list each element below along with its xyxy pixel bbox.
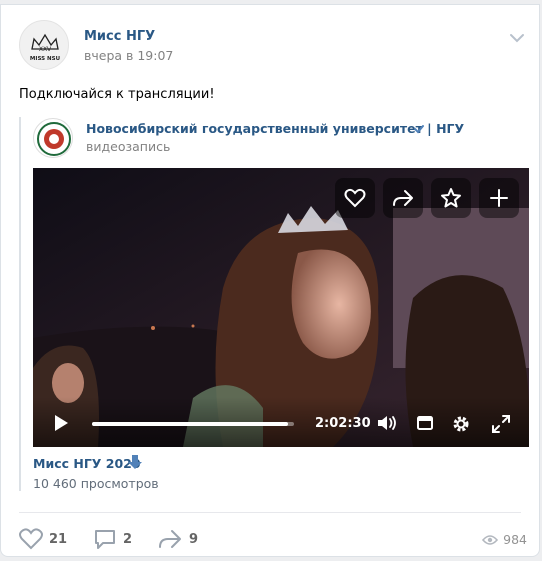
- eye-icon: [482, 534, 499, 545]
- plus-icon: [490, 189, 508, 207]
- heart-icon: [19, 528, 43, 550]
- verified-icon: [414, 125, 424, 134]
- avatar-logo-top: XXV: [39, 46, 52, 53]
- avatar-logo-bottom: MISS NSU: [30, 56, 60, 62]
- chevron-down-icon[interactable]: [509, 33, 525, 43]
- like-count: 21: [49, 531, 68, 547]
- heart-icon: [344, 188, 366, 208]
- comment-count: 2: [123, 531, 133, 547]
- progress-fill: [92, 422, 288, 426]
- actions-divider: [19, 512, 521, 513]
- miniplayer-icon[interactable]: [416, 414, 434, 432]
- video-title[interactable]: Мисс НГУ 2020: [33, 456, 141, 471]
- author-avatar[interactable]: XXV MISS NSU: [19, 20, 69, 70]
- repost-border: [19, 117, 21, 491]
- views-counter: 984: [482, 532, 527, 547]
- video-views: 10 460 просмотров: [33, 476, 159, 491]
- star-icon: [441, 188, 461, 208]
- post-card: XXV MISS NSU Мисс НГУ вчера в 19:07 Подк…: [0, 4, 540, 557]
- volume-icon[interactable]: [376, 414, 398, 432]
- share-video-button[interactable]: [383, 178, 423, 218]
- like-video-button[interactable]: [335, 178, 375, 218]
- source-type: видеозапись: [86, 139, 171, 154]
- author-name[interactable]: Мисс НГУ: [84, 29, 155, 44]
- comment-button[interactable]: 2: [93, 528, 132, 550]
- favorite-video-button[interactable]: [431, 178, 471, 218]
- share-icon: [393, 190, 413, 206]
- seen-count: 984: [503, 532, 527, 547]
- add-video-button[interactable]: [479, 178, 519, 218]
- share-count: 9: [189, 531, 199, 547]
- fullscreen-icon[interactable]: [491, 414, 511, 434]
- share-icon: [159, 530, 181, 548]
- source-name[interactable]: Новосибирский государственный университе…: [86, 121, 464, 136]
- play-icon[interactable]: [53, 414, 69, 432]
- video-player[interactable]: 2:02:30: [33, 168, 529, 447]
- post-text: Подключайся к трансляции!: [19, 87, 215, 102]
- settings-gear-icon[interactable]: [451, 414, 471, 434]
- comment-icon: [95, 530, 115, 549]
- share-button[interactable]: 9: [157, 528, 198, 550]
- like-button[interactable]: 21: [19, 528, 67, 550]
- progress-bar[interactable]: [92, 422, 294, 426]
- post-time[interactable]: вчера в 19:07: [84, 48, 173, 63]
- source-avatar[interactable]: [33, 118, 73, 158]
- arrow-down-icon: [128, 455, 142, 469]
- video-duration: 2:02:30: [315, 416, 371, 431]
